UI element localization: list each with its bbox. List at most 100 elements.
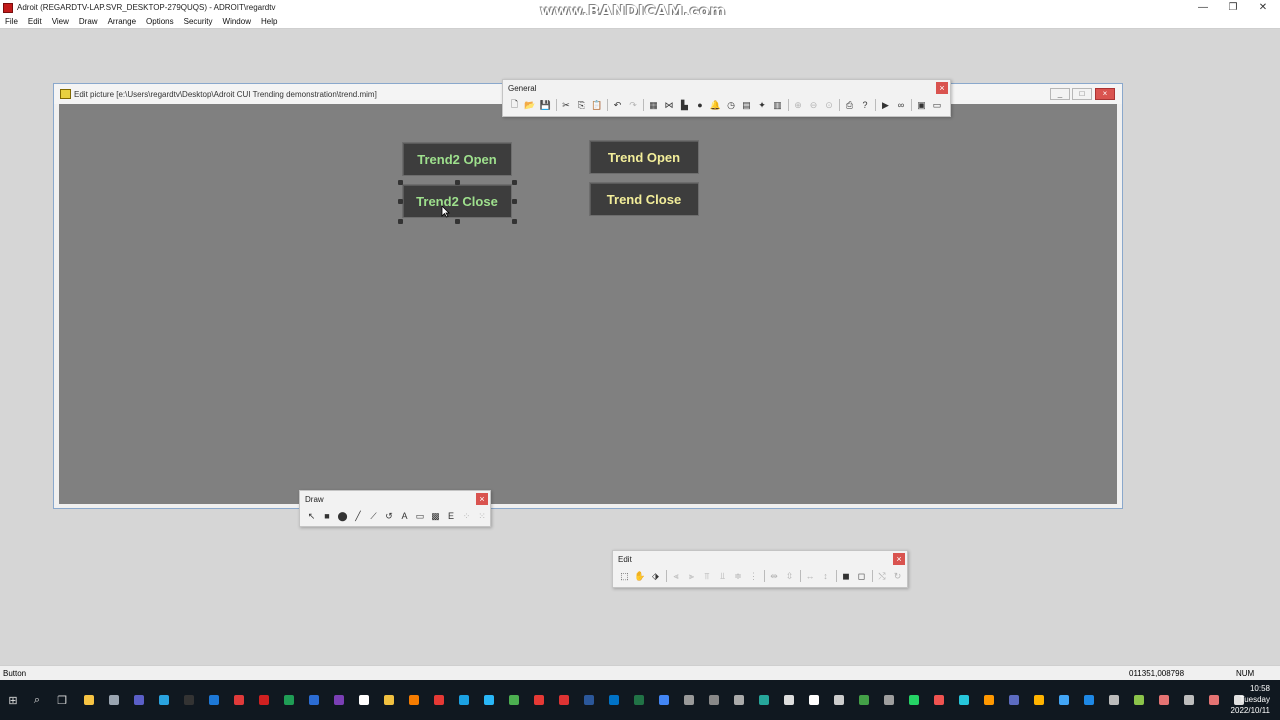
whatsapp-icon[interactable] [902, 689, 926, 711]
button-icon[interactable]: ▭ [413, 509, 428, 523]
space-h-icon[interactable]: ⇹ [767, 569, 782, 583]
teams-icon[interactable] [127, 689, 151, 711]
start-button[interactable]: ⊞ [2, 689, 24, 711]
bring-front-icon[interactable]: ◼ [839, 569, 854, 583]
menu-edit[interactable]: Edit [23, 17, 47, 26]
trend2-open-button[interactable]: Trend2 Open [402, 142, 512, 176]
trend-open-button[interactable]: Trend Open [589, 140, 699, 174]
send-back-icon[interactable]: ◻ [854, 569, 869, 583]
zoom-out-icon[interactable]: ⊖ [806, 98, 821, 112]
selection-handle-top-right[interactable] [512, 180, 517, 185]
rectangle-icon[interactable]: ■ [320, 509, 335, 523]
vs-icon[interactable] [1002, 689, 1026, 711]
taskbar-clock[interactable]: 10:58 Tuesday 2022/10/11 [1231, 683, 1270, 716]
align-center-h-icon[interactable]: ⋮ [746, 569, 761, 583]
zoom-fit-icon[interactable]: ⊙ [822, 98, 837, 112]
chat-icon[interactable] [877, 689, 901, 711]
check-icon[interactable] [1127, 689, 1151, 711]
bell-icon[interactable]: 🔔 [708, 98, 723, 112]
remote-desktop-icon[interactable] [202, 689, 226, 711]
size-width-icon[interactable]: ↔ [803, 569, 818, 583]
edge-icon[interactable] [452, 689, 476, 711]
grid-icon[interactable]: ▦ [646, 98, 661, 112]
browser-icon[interactable] [727, 689, 751, 711]
rotate-icon[interactable]: ↻ [890, 569, 905, 583]
globe-app-icon[interactable] [702, 689, 726, 711]
selection-handle-bottom-left[interactable] [398, 219, 403, 224]
paste-icon[interactable]: 📋 [590, 98, 605, 112]
draw-toolbar-title-bar[interactable]: Draw × [300, 491, 490, 507]
pointer-icon[interactable]: ↖ [304, 509, 319, 523]
adroit-task-icon[interactable] [1202, 689, 1226, 711]
telegram-icon[interactable] [152, 689, 176, 711]
screen-icon[interactable] [1052, 689, 1076, 711]
picture-minimize-button[interactable]: _ [1050, 88, 1070, 100]
board-icon[interactable] [852, 689, 876, 711]
open-icon[interactable]: 📂 [523, 98, 538, 112]
task-view-button[interactable]: ❐ [50, 689, 74, 711]
undo-icon[interactable]: ↶ [610, 98, 625, 112]
box-icon[interactable] [1027, 689, 1051, 711]
sync-icon[interactable] [677, 689, 701, 711]
general-toolbar-close-button[interactable]: × [936, 82, 948, 94]
slides-icon[interactable] [1152, 689, 1176, 711]
selection-handle-right[interactable] [512, 199, 517, 204]
adroit-icon[interactable] [252, 689, 276, 711]
arrows-icon[interactable] [977, 689, 1001, 711]
selection-handle-top[interactable] [455, 180, 460, 185]
menu-file[interactable]: File [0, 17, 23, 26]
notes-icon[interactable] [752, 689, 776, 711]
properties-icon[interactable]: ▣ [914, 98, 929, 112]
menu-options[interactable]: Options [141, 17, 179, 26]
text-icon[interactable]: A [397, 509, 412, 523]
minimize-button[interactable]: — [1188, 0, 1218, 15]
edit-select-icon[interactable]: ⬚ [617, 569, 632, 583]
redo-icon[interactable]: ↷ [626, 98, 641, 112]
selection-handle-bottom-right[interactable] [512, 219, 517, 224]
search-button[interactable]: ⌕ [25, 689, 49, 711]
window-icon[interactable]: ▭ [930, 98, 945, 112]
menu-draw[interactable]: Draw [74, 17, 103, 26]
photo-icon[interactable] [477, 689, 501, 711]
selection-handle-left[interactable] [398, 199, 403, 204]
align-right-icon[interactable]: ⫸ [684, 569, 699, 583]
link-icon[interactable]: ∞ [894, 98, 909, 112]
menu-security[interactable]: Security [179, 17, 218, 26]
arc-icon[interactable]: ↺ [382, 509, 397, 523]
cut-icon[interactable]: ✂ [559, 98, 574, 112]
picture-maximize-button[interactable]: □ [1072, 88, 1092, 100]
chart-icon[interactable]: ▙ [677, 98, 692, 112]
ungroup-icon[interactable]: ⁙ [475, 509, 490, 523]
print-icon[interactable]: ⎙ [842, 98, 857, 112]
selection-handle-bottom[interactable] [455, 219, 460, 224]
menu-arrange[interactable]: Arrange [103, 17, 141, 26]
globe-icon[interactable]: ● [693, 98, 708, 112]
shield-icon[interactable] [527, 689, 551, 711]
onenote-icon[interactable] [327, 689, 351, 711]
monitor-icon[interactable] [777, 689, 801, 711]
space-v-icon[interactable]: ⇳ [782, 569, 797, 583]
search-app-icon[interactable] [402, 689, 426, 711]
record-icon[interactable] [927, 689, 951, 711]
word-app-icon[interactable] [302, 689, 326, 711]
video-icon[interactable] [802, 689, 826, 711]
sheet-app-icon[interactable] [277, 689, 301, 711]
selection-handle-top-left[interactable] [398, 180, 403, 185]
word-icon[interactable] [577, 689, 601, 711]
copy-icon[interactable]: ⎘ [574, 98, 589, 112]
picture-close-button[interactable]: × [1095, 88, 1115, 100]
ellipse-icon[interactable]: ⬤ [335, 509, 350, 523]
pdf-icon[interactable] [227, 689, 251, 711]
line-icon[interactable]: ╱ [351, 509, 366, 523]
database-icon[interactable]: ▤ [739, 98, 754, 112]
draw-toolbar-close-button[interactable]: × [476, 493, 488, 505]
menu-view[interactable]: View [47, 17, 74, 26]
group-icon[interactable]: ⁘ [459, 509, 474, 523]
clock-icon[interactable]: ◷ [724, 98, 739, 112]
menu-help[interactable]: Help [256, 17, 282, 26]
picture-canvas[interactable] [59, 104, 1117, 504]
wand-icon[interactable]: ✦ [755, 98, 770, 112]
flip-icon[interactable]: ⤭ [875, 569, 890, 583]
image-icon[interactable]: ▩ [428, 509, 443, 523]
terminal-icon[interactable] [177, 689, 201, 711]
